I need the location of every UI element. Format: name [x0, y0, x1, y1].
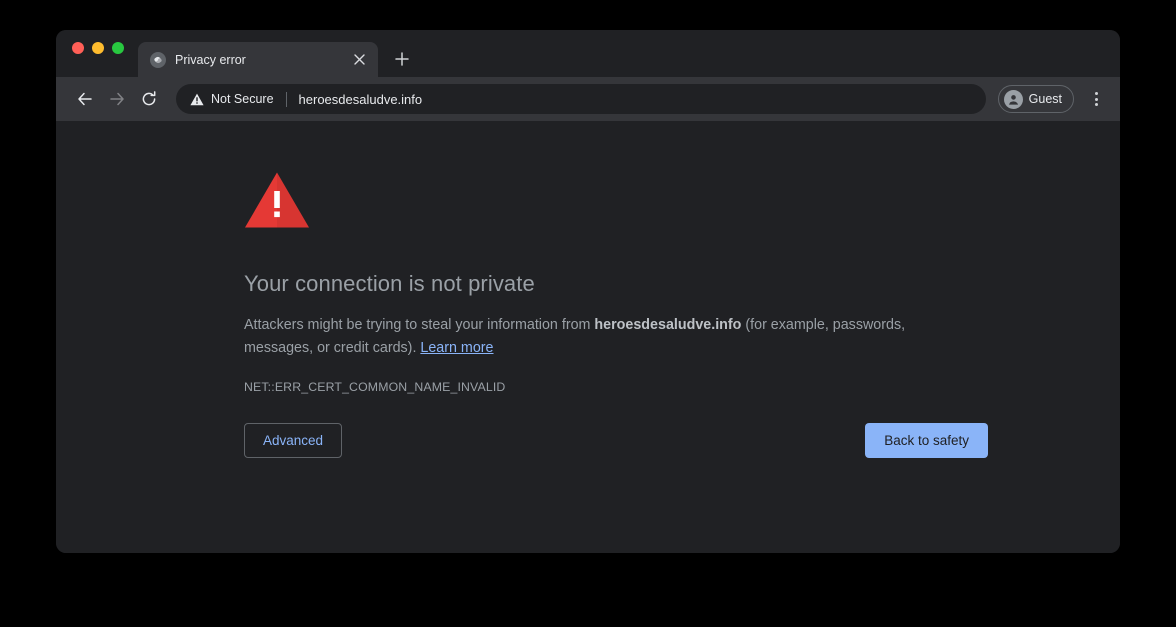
- menu-dot: [1094, 92, 1098, 95]
- privacy-error-interstitial: Your connection is not private Attackers…: [244, 171, 934, 394]
- traffic-lights: [68, 30, 138, 77]
- tab-title: Privacy error: [175, 52, 246, 67]
- warning-triangle-icon[interactable]: [190, 93, 204, 106]
- browser-window: Privacy error Not Secure heroesdesaludve…: [56, 30, 1120, 553]
- globe-placeholder-icon: [150, 51, 166, 68]
- menu-dot: [1094, 103, 1098, 106]
- error-code: NET::ERR_CERT_COMMON_NAME_INVALID: [244, 380, 506, 394]
- window-maximize-button[interactable]: [112, 41, 124, 54]
- forward-arrow-icon[interactable]: [102, 84, 132, 114]
- person-icon: [1003, 89, 1023, 109]
- security-status-label: Not Secure: [211, 92, 274, 106]
- window-close-button[interactable]: [72, 41, 84, 54]
- interstitial-button-row: Advanced Back to safety: [244, 423, 988, 458]
- profile-label: Guest: [1028, 92, 1062, 106]
- tab-strip: Privacy error: [56, 30, 1120, 77]
- browser-tab[interactable]: Privacy error: [138, 42, 378, 77]
- new-tab-button[interactable]: [388, 45, 416, 73]
- url-text: heroesdesaludve.info: [298, 91, 423, 107]
- back-to-safety-button[interactable]: Back to safety: [865, 423, 988, 458]
- reload-icon[interactable]: [134, 84, 164, 114]
- three-dot-menu-icon[interactable]: [1082, 85, 1110, 113]
- advanced-button[interactable]: Advanced: [244, 423, 343, 458]
- back-arrow-icon[interactable]: [70, 84, 100, 114]
- menu-dot: [1094, 97, 1098, 101]
- address-bar[interactable]: Not Secure heroesdesaludve.info: [176, 84, 986, 114]
- learn-more-link[interactable]: Learn more: [420, 340, 493, 356]
- window-minimize-button[interactable]: [92, 41, 104, 54]
- error-domain: heroesdesaludve.info: [594, 317, 742, 333]
- profile-chip[interactable]: Guest: [997, 85, 1074, 113]
- page-title: Your connection is not private: [244, 271, 535, 296]
- red-warning-triangle-icon: [244, 171, 934, 234]
- omnibox-separator: [285, 91, 287, 107]
- error-description-part1: Attackers might be trying to steal your …: [244, 317, 595, 333]
- page-content: Your connection is not private Attackers…: [56, 121, 1120, 553]
- browser-toolbar: Not Secure heroesdesaludve.info Guest: [56, 77, 1120, 121]
- error-description: Attackers might be trying to steal your …: [244, 314, 934, 360]
- close-icon[interactable]: [350, 51, 368, 69]
